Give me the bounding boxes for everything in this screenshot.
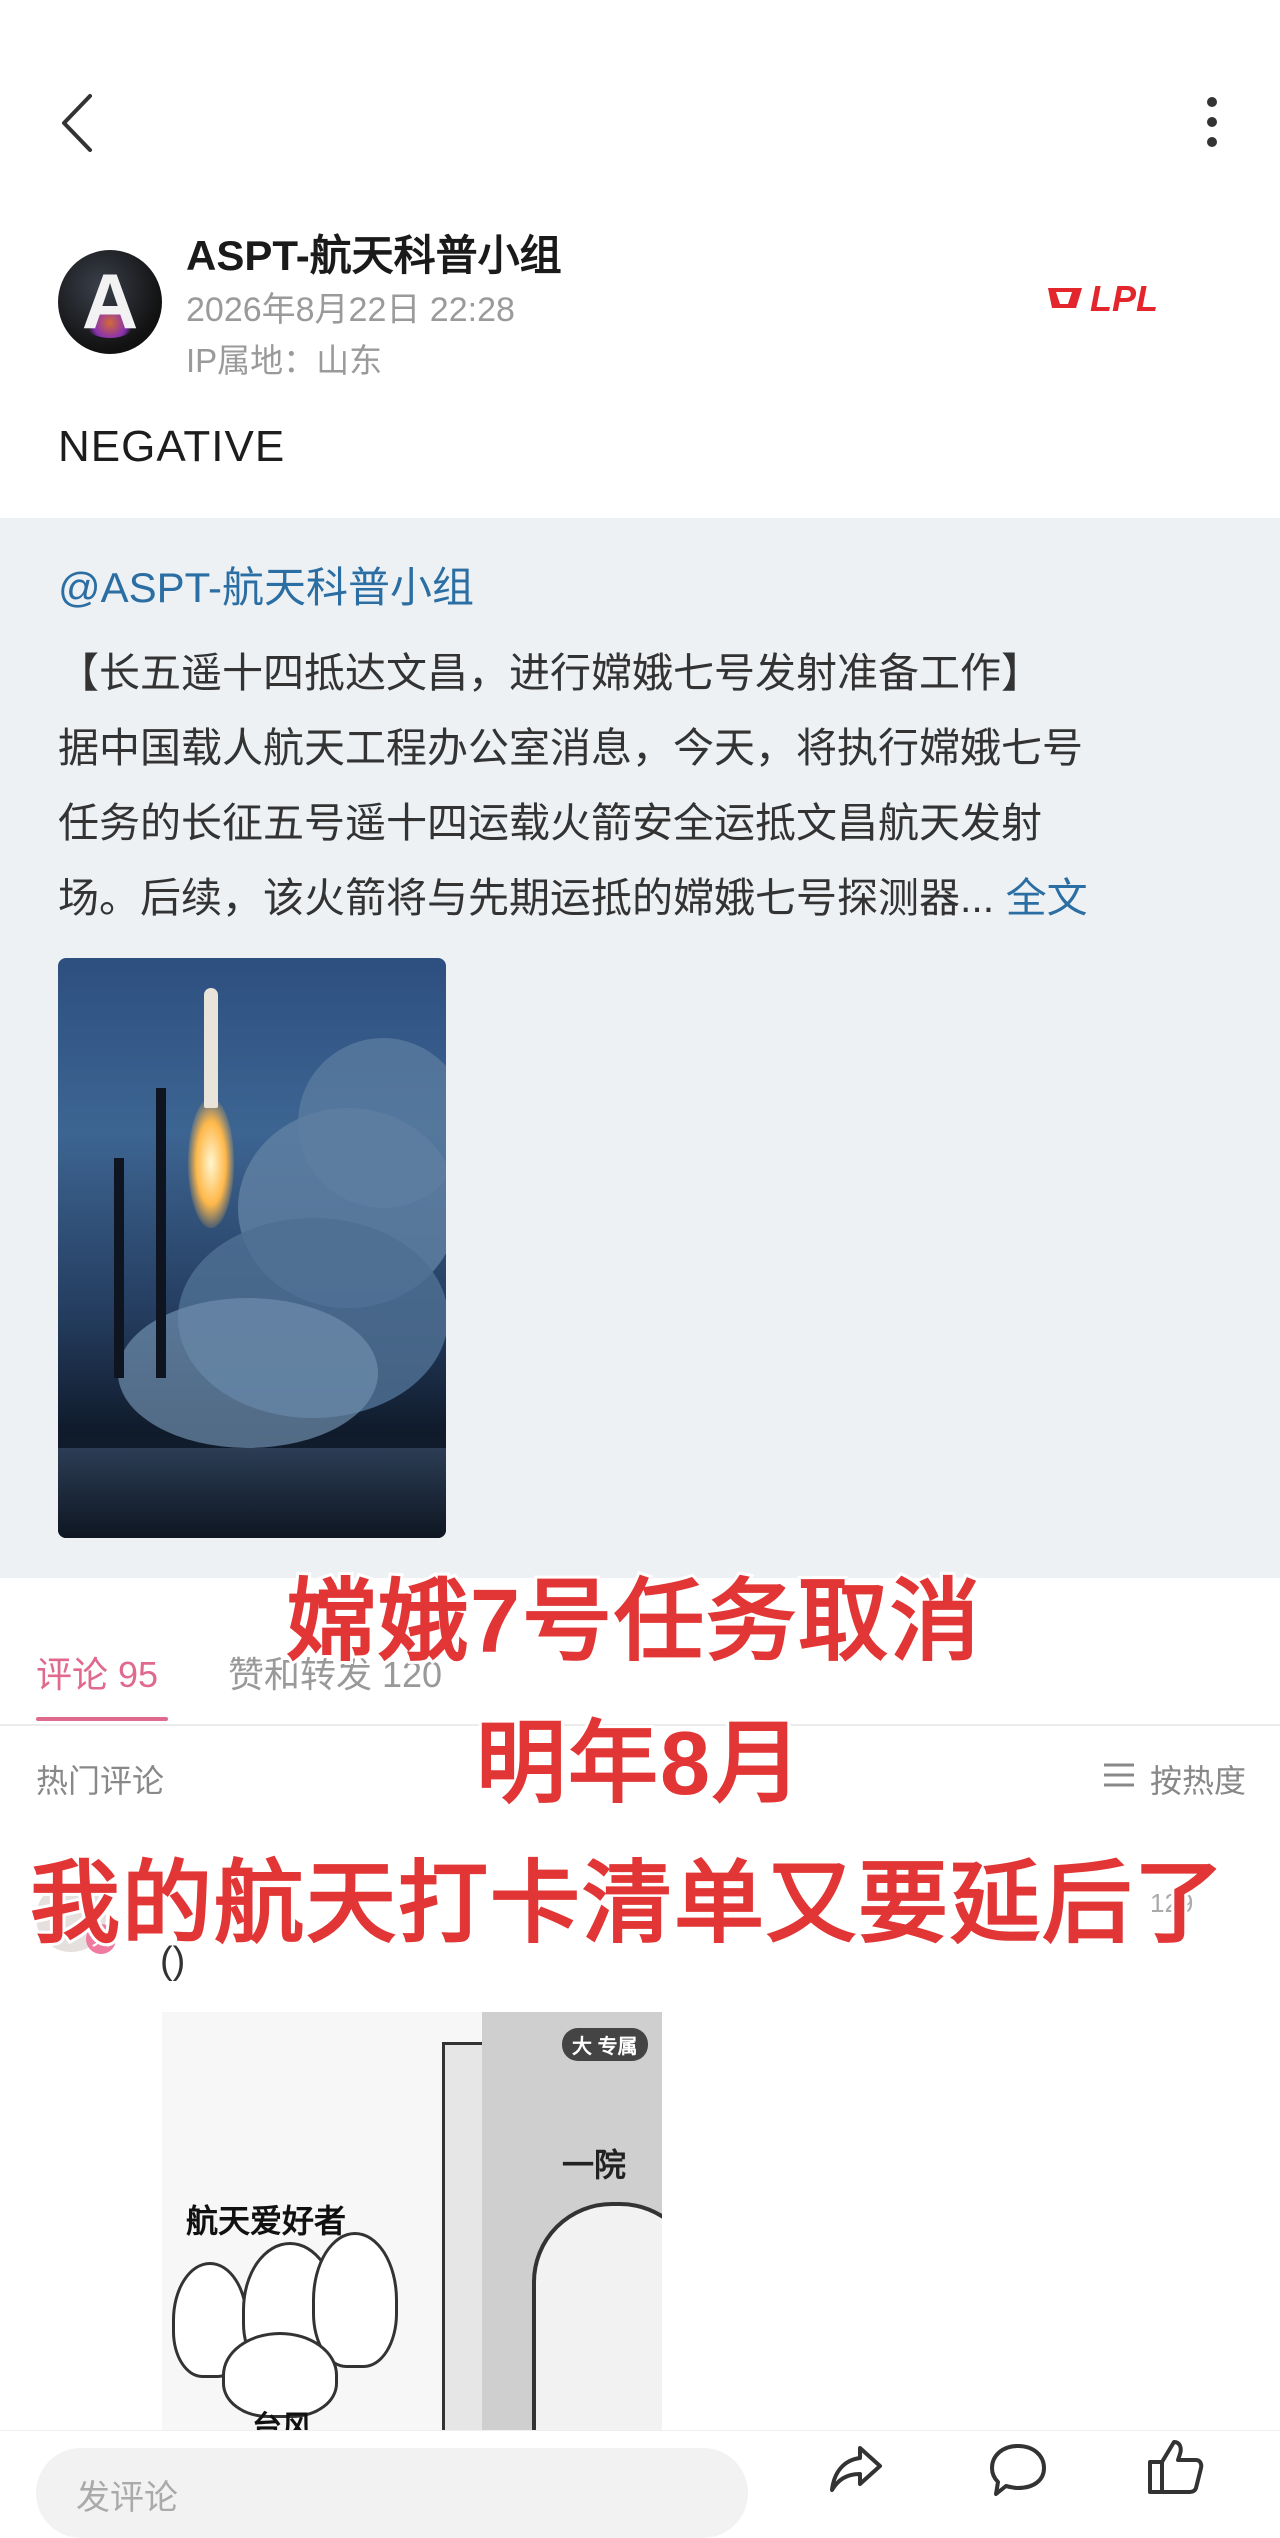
post-ip-location: IP属地：山东 xyxy=(186,342,383,379)
comment-input-placeholder: 发评论 xyxy=(76,2479,178,2517)
sort-icon[interactable] xyxy=(1102,1760,1136,1790)
meme-fans-label: 航天爱好者 xyxy=(186,2203,347,2239)
tab-comments[interactable]: 评论 95 xyxy=(36,1646,158,1698)
author-name[interactable]: ASPT-航天科普小组 xyxy=(186,222,562,283)
lpl-logo-icon: LPL xyxy=(1048,278,1158,318)
repost-line: 【长五遥十四抵达文昌，进行嫦娥七号发射准备工作】 xyxy=(58,650,1042,696)
more-icon[interactable] xyxy=(1190,92,1234,152)
meme-tag: 大 专属 xyxy=(562,2028,648,2061)
post-text: NEGATIVE xyxy=(58,422,286,471)
meme-typhoon-label: 台风 xyxy=(252,2411,312,2432)
overlay-caption-2: 明年8月 xyxy=(473,1711,805,1817)
repost-line: 据中国载人航天工程办公室消息，今天，将执行嫦娥七号 xyxy=(58,725,1083,771)
overlay-caption-1: 嫦娥7号任务取消 xyxy=(283,1569,983,1675)
lpl-logo-text: LPL xyxy=(1090,278,1158,318)
hot-comments-label: 热门评论 xyxy=(36,1763,165,1799)
avatar-letter: A xyxy=(81,257,139,345)
repost-body: 【长五遥十四抵达文昌，进行嫦娥七号发射准备工作】 据中国载人航天工程办公室消息，… xyxy=(58,636,1228,936)
author-avatar[interactable]: A xyxy=(58,250,162,354)
post-date: 2026年8月22日 22:28 xyxy=(186,291,515,329)
comment-meme-image[interactable]: 大 专属 一院 航天爱好者 台风 xyxy=(162,2012,662,2432)
repost-line: 场。后续，该火箭将与先期运抵的嫦娥七号探测器... xyxy=(58,875,995,921)
repost-line-last: 场。后续，该火箭将与先期运抵的嫦娥七号探测器... 全文 xyxy=(58,861,1228,936)
sort-by-hot[interactable]: 按热度 xyxy=(1150,1756,1246,1802)
share-icon[interactable] xyxy=(826,2440,886,2496)
full-text-link[interactable]: 全文 xyxy=(1006,875,1088,921)
back-icon[interactable] xyxy=(52,88,102,158)
comment-input[interactable]: 发评论 xyxy=(36,2448,748,2538)
overlay-caption-3: 我的航天打卡清单又要延后了 xyxy=(27,1851,1227,1957)
repost-author[interactable]: @ASPT-航天科普小组 xyxy=(58,554,474,615)
meme-door-label: 一院 xyxy=(562,2147,627,2183)
comment-icon[interactable] xyxy=(988,2440,1048,2496)
repost-line: 任务的长征五号遥十四运载火箭安全运抵文昌航天发射 xyxy=(58,800,1042,846)
rocket-launch-image[interactable] xyxy=(58,958,446,1538)
like-icon[interactable] xyxy=(1144,2436,1204,2496)
tab-active-indicator xyxy=(36,1717,168,1721)
